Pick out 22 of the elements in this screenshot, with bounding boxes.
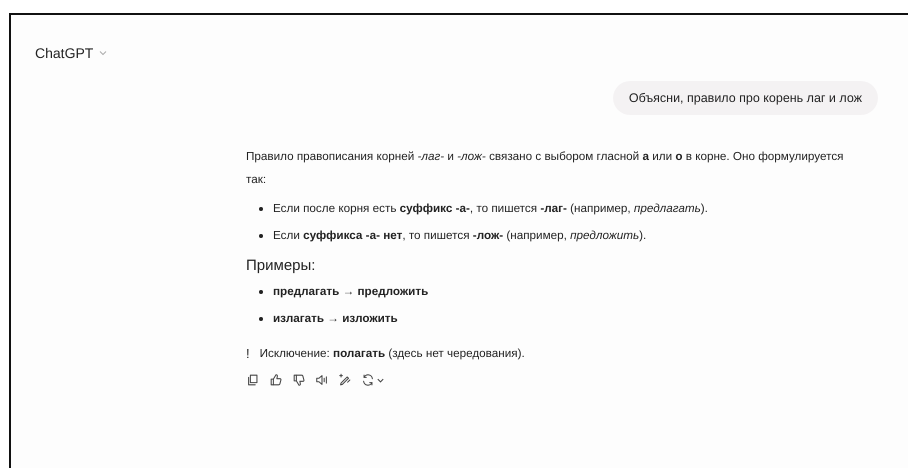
- list-item: Если после корня есть суффикс -а-, то пишется -лаг- (например, предлагать).: [273, 202, 708, 215]
- section-heading: Примеры:: [246, 257, 316, 274]
- bullet-icon: [259, 234, 263, 238]
- bullet-icon: [259, 316, 263, 320]
- note-text: Исключение: полагать (здесь нет чередования).: [260, 347, 525, 360]
- pencil-sparkle-icon[interactable]: [338, 373, 352, 387]
- thumbs-up-icon[interactable]: [269, 373, 283, 387]
- regenerate-button[interactable]: [361, 373, 385, 387]
- copy-icon[interactable]: [246, 373, 260, 387]
- chevron-down-icon: [98, 48, 108, 58]
- list-item: предлагать → предложить: [273, 285, 428, 298]
- user-message: Объясни, правило про корень лаг и лож: [612, 81, 878, 115]
- paragraph: Правило правописания корней -лаг- и -лож- связано с выбором гласной а или о в корне. Оно формулируется так:: [246, 149, 844, 188]
- speaker-icon[interactable]: [315, 373, 329, 387]
- list-item: Если суффикса -а- нет, то пишется -лож- (например, предложить).: [273, 229, 646, 242]
- model-selector[interactable]: ChatGPT: [35, 45, 108, 61]
- list-item: излагать → изложить: [273, 312, 398, 325]
- bullet-icon: [259, 206, 263, 210]
- refresh-icon: [361, 373, 375, 387]
- exclamation-mark: !: [246, 346, 250, 361]
- bullet-icon: [259, 290, 263, 294]
- thumbs-down-icon[interactable]: [292, 373, 306, 387]
